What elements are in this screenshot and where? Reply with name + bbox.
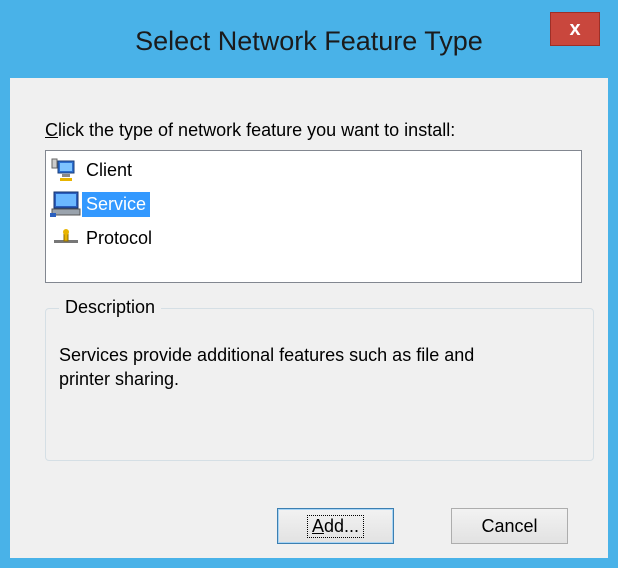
list-item-protocol[interactable]: Protocol xyxy=(48,223,156,253)
dialog-body: Click the type of network feature you wa… xyxy=(10,78,608,558)
description-line-2: printer sharing. xyxy=(59,369,180,389)
add-text: dd... xyxy=(323,515,360,536)
description-line-1: Services provide additional features suc… xyxy=(59,345,475,365)
description-legend: Description xyxy=(59,297,162,318)
dialog-window: Select Network Feature Type x Click the … xyxy=(0,0,618,568)
close-button[interactable]: x xyxy=(550,12,600,46)
list-item-label: Protocol xyxy=(86,227,153,248)
description-text: Services provide additional features suc… xyxy=(59,343,574,391)
close-icon: x xyxy=(569,17,581,40)
title-bar[interactable]: Select Network Feature Type x xyxy=(0,0,618,78)
add-button-label: Add... xyxy=(306,514,365,538)
list-item-label: Service xyxy=(82,191,151,217)
list-item-label: Client xyxy=(86,159,133,180)
list-item-service[interactable]: Service xyxy=(48,189,151,219)
list-item-client[interactable]: Client xyxy=(48,155,136,185)
instruction-label: Click the type of network feature you wa… xyxy=(45,120,455,141)
instruction-accelerator: C xyxy=(45,120,58,140)
network-client-icon xyxy=(48,155,82,185)
feature-type-list[interactable]: Client Service Protocol xyxy=(45,150,582,283)
network-service-icon xyxy=(48,189,82,219)
instruction-text: lick the type of network feature you wan… xyxy=(58,120,456,140)
network-protocol-icon xyxy=(48,223,82,253)
add-accelerator: A xyxy=(311,515,324,536)
window-title: Select Network Feature Type xyxy=(135,26,483,56)
add-button[interactable]: Add... xyxy=(277,508,394,544)
cancel-button[interactable]: Cancel xyxy=(451,508,568,544)
cancel-button-label: Cancel xyxy=(481,515,538,536)
